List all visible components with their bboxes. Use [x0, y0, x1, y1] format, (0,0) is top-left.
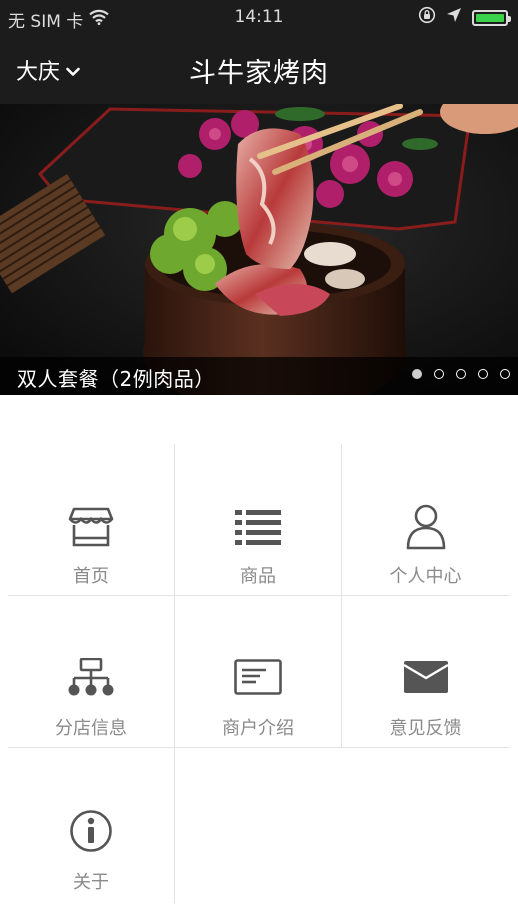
user-icon: [342, 504, 509, 550]
status-bar: 无 SIM 卡 14:11: [0, 0, 518, 36]
menu-item-label: 关于: [73, 872, 109, 893]
battery-icon: [472, 9, 511, 26]
carousel-dot[interactable]: [434, 369, 444, 379]
menu-item-feedback[interactable]: 意见反馈: [342, 596, 509, 748]
menu-item-profile[interactable]: 个人中心: [342, 444, 509, 596]
envelope-icon: [342, 654, 509, 700]
menu-item-branches[interactable]: 分店信息: [8, 596, 175, 748]
list-icon: [175, 504, 341, 550]
storefront-icon: [8, 504, 174, 550]
card-icon: [175, 654, 341, 700]
status-right: [418, 6, 511, 29]
menu-item-label: 商户介绍: [222, 718, 294, 739]
menu-item-merchant-intro[interactable]: 商户介绍: [175, 596, 342, 748]
info-icon: [8, 808, 174, 854]
menu-item-label: 个人中心: [389, 566, 462, 587]
menu-item-home[interactable]: 首页: [8, 444, 175, 596]
menu-row: 分店信息 商户介绍 意见反馈: [8, 596, 510, 748]
banner-caption: 双人套餐（2例肉品）: [17, 367, 215, 391]
menu-item-label: 意见反馈: [389, 718, 462, 739]
banner-caption-bar: 双人套餐（2例肉品）: [0, 357, 518, 395]
menu-item-label: 首页: [73, 566, 109, 587]
menu-row: 关于: [8, 748, 510, 903]
menu-empty-cell: [175, 748, 342, 903]
menu-row: 首页 商品 个人中心: [8, 444, 510, 596]
banner-image: [0, 104, 518, 395]
battery-tip: [508, 15, 511, 22]
menu-item-label: 商品: [240, 566, 276, 587]
menu-item-about[interactable]: 关于: [8, 748, 175, 903]
carousel-dot[interactable]: [412, 369, 422, 379]
page-title: 斗牛家烤肉: [189, 58, 329, 89]
carousel-dot[interactable]: [500, 369, 510, 379]
carousel-dot[interactable]: [478, 369, 488, 379]
menu-grid: 首页 商品 个人中心 分店信息 商户介绍 意见反馈 关于: [8, 444, 510, 903]
nav-bar: 大庆 斗牛家烤肉: [0, 36, 518, 104]
banner-carousel[interactable]: 双人套餐（2例肉品）: [0, 104, 518, 395]
sitemap-icon: [8, 654, 174, 700]
carousel-indicators: [412, 369, 510, 379]
battery-level: [476, 13, 504, 22]
carousel-dot[interactable]: [456, 369, 466, 379]
menu-item-products[interactable]: 商品: [175, 444, 342, 596]
menu-item-label: 分店信息: [55, 718, 127, 739]
orientation-lock-icon: [418, 6, 436, 29]
location-arrow-icon: [446, 7, 462, 28]
